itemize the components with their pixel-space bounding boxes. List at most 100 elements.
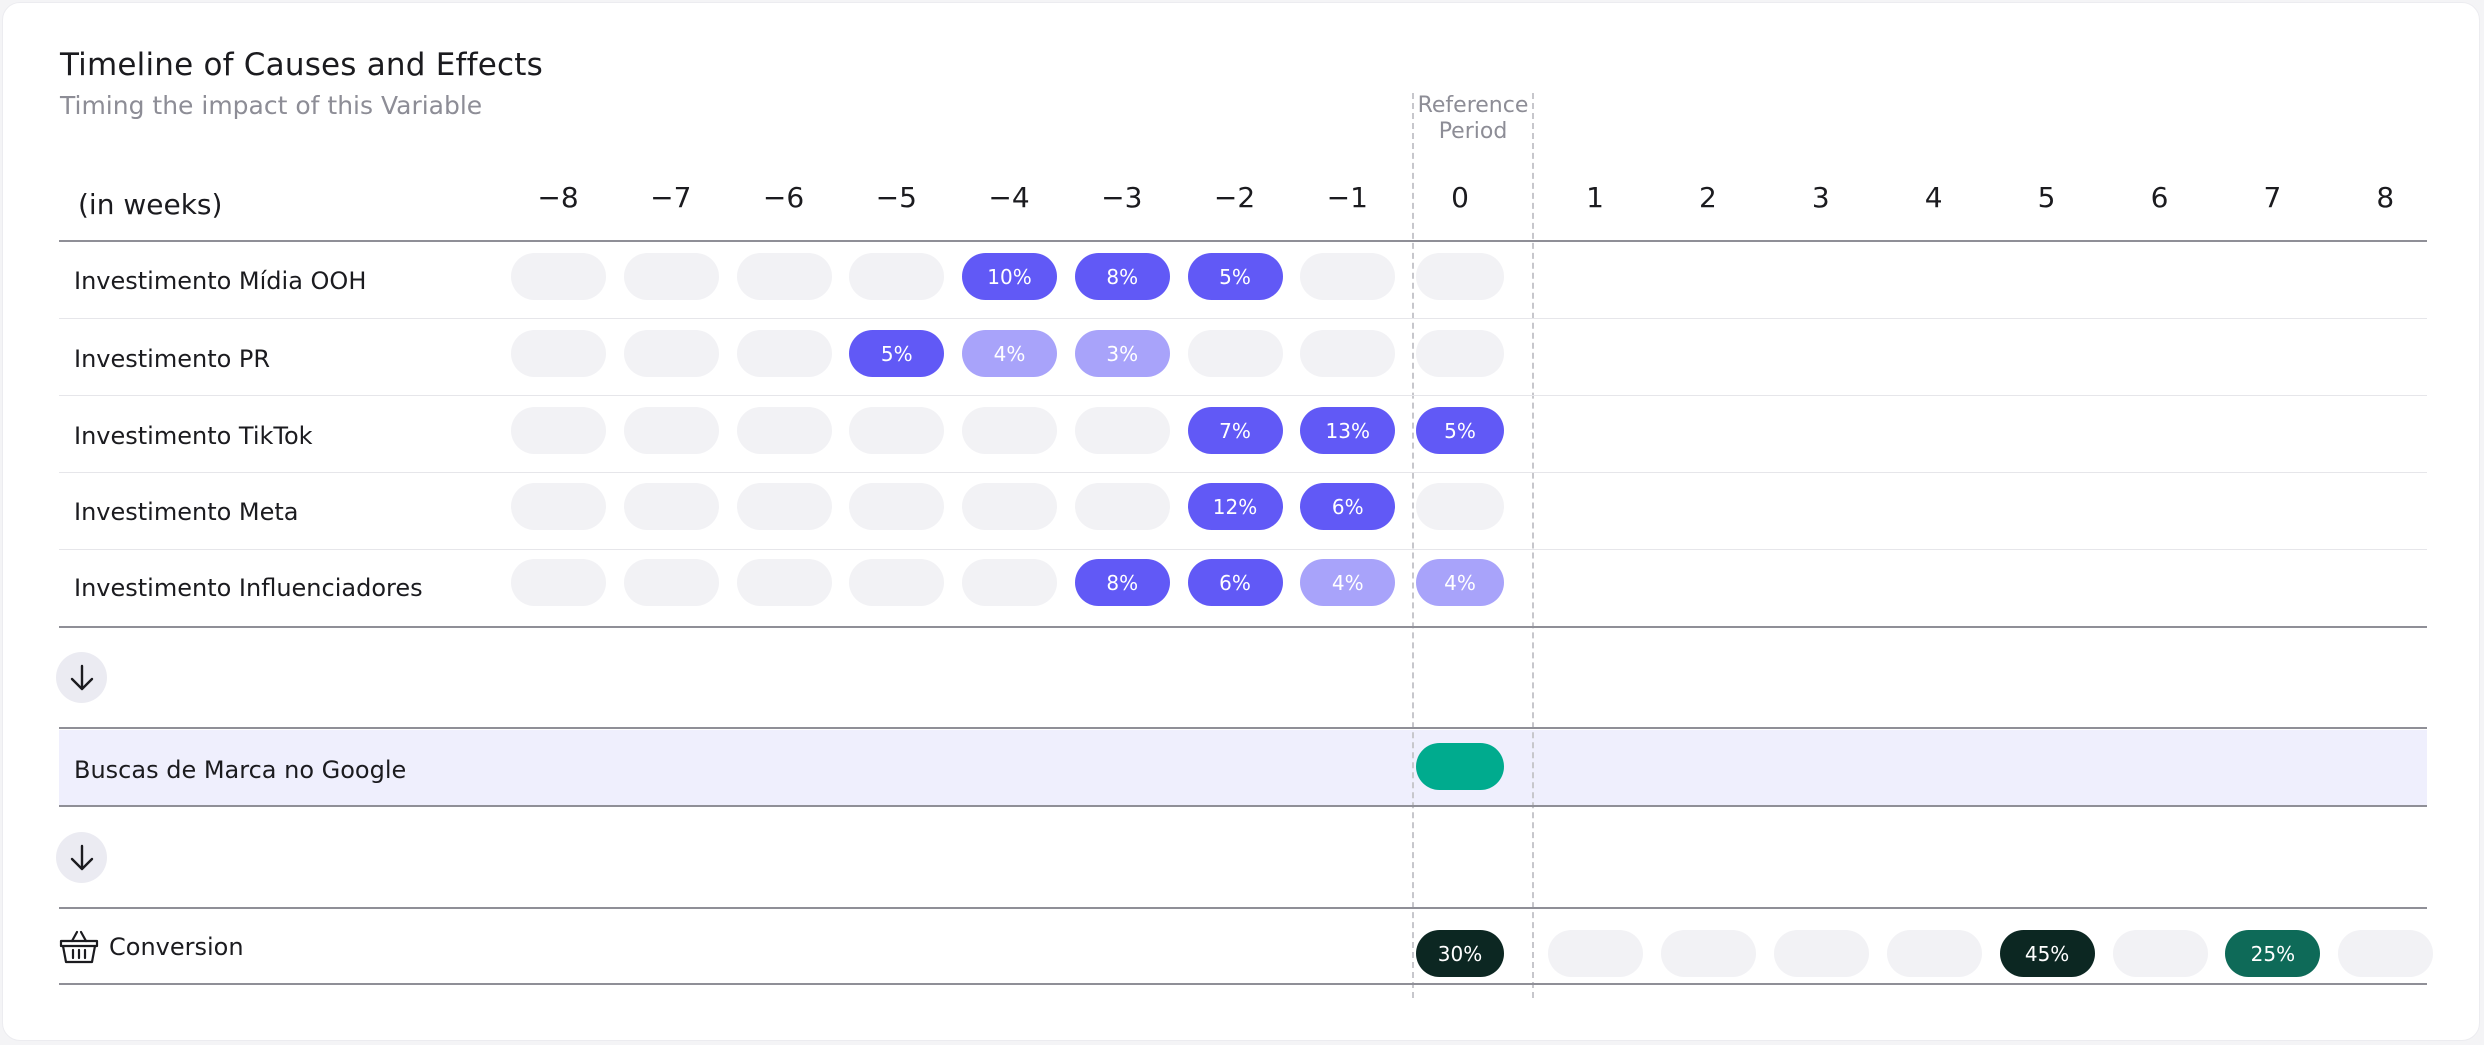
expand-arrow-button[interactable] (56, 652, 107, 703)
unit-label: (in weeks) (78, 188, 223, 221)
effect-cell: 3% (1074, 330, 1170, 377)
empty-cell (1773, 930, 1869, 977)
row-divider (59, 395, 2427, 396)
empty-cell (736, 253, 832, 300)
expand-arrow-button[interactable] (56, 832, 107, 883)
empty-cell (511, 483, 606, 530)
empty-cell (623, 483, 719, 530)
week-header: 7 (2263, 181, 2282, 214)
empty-cell (1416, 253, 1504, 300)
empty-cell (511, 559, 606, 606)
reference-divider-right (1532, 93, 1534, 998)
row-label-conversion: Conversion (109, 933, 244, 961)
effect-cell: 8% (1074, 559, 1170, 606)
empty-cell (849, 559, 945, 606)
empty-cell (849, 253, 945, 300)
week-header: −8 (537, 181, 579, 214)
empty-cell (623, 407, 719, 454)
empty-cell (1074, 407, 1170, 454)
row-divider (59, 318, 2427, 319)
row-label-tiktok: Investimento TikTok (74, 422, 313, 450)
empty-cell (962, 483, 1057, 530)
empty-cell (1416, 330, 1504, 377)
week-header: −2 (1213, 181, 1256, 214)
week-header: 4 (1924, 181, 1943, 214)
row-label-target: Buscas de Marca no Google (74, 756, 407, 784)
basket-icon (59, 930, 99, 964)
reference-divider-left (1412, 93, 1414, 998)
effect-cell: 6% (1300, 483, 1396, 530)
target-cell (1416, 743, 1504, 790)
effect-cell: 5% (849, 330, 945, 377)
empty-cell (511, 330, 606, 377)
effect-cell: 4% (962, 330, 1057, 377)
week-header: −5 (875, 181, 917, 214)
conversion-top-rule (59, 907, 2427, 909)
effect-cell: 12% (1187, 483, 1283, 530)
empty-cell (2338, 930, 2434, 977)
effect-cell: 5% (1416, 407, 1504, 454)
header-rule (59, 240, 2427, 242)
target-top-rule (59, 727, 2427, 729)
empty-cell (962, 407, 1057, 454)
empty-cell (1187, 330, 1283, 377)
empty-cell (1886, 930, 1982, 977)
empty-cell (736, 559, 832, 606)
chart-subtitle: Timing the impact of this Variable (60, 91, 483, 120)
row-label-pr: Investimento PR (74, 345, 271, 373)
empty-cell (2112, 930, 2208, 977)
week-header: 0 (1451, 181, 1469, 214)
row-label-meta: Investimento Meta (74, 498, 299, 526)
effect-cell: 4% (1300, 559, 1396, 606)
week-header: 1 (1586, 181, 1604, 214)
empty-cell (1300, 330, 1396, 377)
row-divider (59, 549, 2427, 550)
conversion-bottom-rule (59, 983, 2427, 985)
week-header: −7 (650, 181, 692, 214)
empty-cell (1300, 253, 1396, 300)
week-header: −4 (988, 181, 1030, 214)
reference-period-label: Reference Period (1417, 93, 1529, 144)
effect-cell: 7% (1187, 407, 1283, 454)
week-header: 2 (1698, 181, 1717, 214)
row-label-influenciadores: Investimento Influenciadores (74, 574, 423, 602)
target-bottom-rule (59, 805, 2427, 807)
week-header: 3 (1811, 181, 1830, 214)
empty-cell (623, 330, 719, 377)
conversion-cell: 25% (2225, 930, 2321, 977)
empty-cell (1660, 930, 1756, 977)
empty-cell (1074, 483, 1170, 530)
conversion-cell: 45% (1999, 930, 2095, 977)
empty-cell (736, 483, 832, 530)
effect-cell: 10% (962, 253, 1057, 300)
empty-cell (736, 330, 832, 377)
week-header: −6 (762, 181, 805, 214)
empty-cell (962, 559, 1057, 606)
empty-cell (623, 253, 719, 300)
empty-cell (849, 407, 945, 454)
week-header: 8 (2376, 181, 2395, 214)
week-header: 5 (2037, 181, 2056, 214)
row-divider (59, 472, 2427, 473)
chart-title: Timeline of Causes and Effects (60, 47, 543, 83)
empty-cell (849, 483, 945, 530)
empty-cell (736, 407, 832, 454)
effect-cell: 8% (1074, 253, 1170, 300)
row-label-mídia-ooh: Investimento Mídia OOH (74, 267, 367, 295)
week-header: −3 (1101, 181, 1143, 214)
empty-cell (1548, 930, 1643, 977)
target-row-highlight (59, 730, 2427, 806)
arrow-down-icon (70, 844, 93, 870)
week-header: −1 (1326, 181, 1368, 214)
effect-cell: 13% (1300, 407, 1396, 454)
empty-cell (623, 559, 719, 606)
timeline-card: Timeline of Causes and Effects Timing th… (2, 2, 2480, 1041)
empty-cell (1416, 483, 1504, 530)
effect-cell: 6% (1187, 559, 1283, 606)
arrow-down-icon (70, 664, 93, 690)
effect-cell: 4% (1416, 559, 1504, 606)
empty-cell (511, 253, 606, 300)
conversion-cell: 30% (1416, 930, 1504, 977)
empty-cell (511, 407, 606, 454)
effect-cell: 5% (1187, 253, 1283, 300)
